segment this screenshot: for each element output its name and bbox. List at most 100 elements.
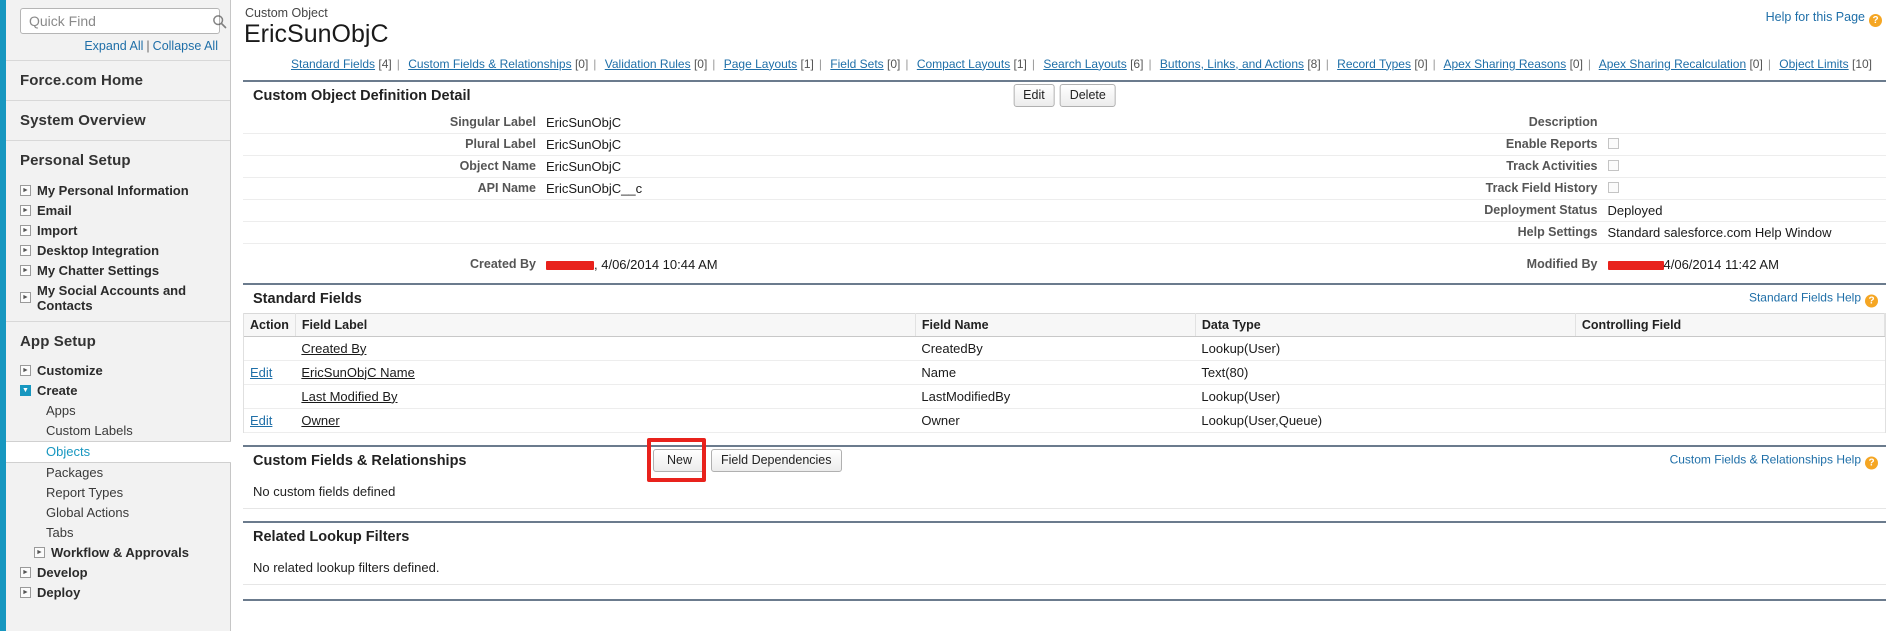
delete-button[interactable]: Delete <box>1059 84 1116 107</box>
sidebar-item-desktop-integration[interactable]: ► Desktop Integration <box>6 240 230 260</box>
field-label-object-name: Object Name <box>243 156 543 178</box>
jump-link-record-types[interactable]: Record Types <box>1337 57 1411 71</box>
field-label-link[interactable]: Last Modified By <box>301 389 397 404</box>
cell-data-type: Lookup(User,Queue) <box>1195 408 1576 433</box>
field-label-track-field-history: Track Field History <box>1304 178 1605 200</box>
chevron-right-icon[interactable]: ► <box>20 567 31 578</box>
field-value-deployment-status: Deployed <box>1604 200 1886 222</box>
custom-fields-actions: New Field Dependencies <box>653 449 842 472</box>
field-value-track-field-history <box>1604 178 1886 200</box>
jump-link-custom-fields-relationships[interactable]: Custom Fields & Relationships <box>408 57 571 71</box>
help-question-icon[interactable]: ? <box>1865 294 1878 307</box>
sidebar-item-report-types[interactable]: Report Types <box>6 483 230 503</box>
edit-row-link[interactable]: Edit <box>250 413 272 428</box>
chevron-right-icon[interactable]: ► <box>20 292 31 303</box>
sidebar-item-create[interactable]: ▼ Create <box>6 381 230 401</box>
field-label-link[interactable]: Created By <box>301 341 366 356</box>
cell-field-label: Last Modified By <box>295 384 916 409</box>
modified-by-timestamp: 4/06/2014 11:42 AM <box>1663 256 1779 272</box>
jump-link-validation-rules[interactable]: Validation Rules <box>605 57 691 71</box>
cell-field-label: Created By <box>295 336 916 361</box>
jump-count-standard-fields: [4] <box>378 56 392 71</box>
help-question-icon[interactable]: ? <box>1865 456 1878 469</box>
help-question-icon[interactable]: ? <box>1869 14 1882 27</box>
sidebar-item-forcecom-home[interactable]: Force.com Home <box>6 61 230 100</box>
chevron-right-icon[interactable]: ► <box>20 264 31 276</box>
related-lookup-filters-title: Related Lookup Filters <box>253 528 410 545</box>
standard-fields-help-link[interactable]: Standard Fields Help? <box>1749 290 1878 307</box>
custom-fields-header: Custom Fields & Relationships New Field … <box>243 437 1886 482</box>
jump-link-compact-layouts[interactable]: Compact Layouts <box>917 57 1010 71</box>
sidebar-item-my-chatter-settings[interactable]: ► My Chatter Settings <box>6 260 230 280</box>
sidebar-item-label: Customize <box>37 363 103 378</box>
cell-field-name: Name <box>915 360 1196 385</box>
sidebar-item-system-overview[interactable]: System Overview <box>6 101 230 140</box>
new-button[interactable]: New <box>653 449 707 472</box>
sidebar-item-deploy[interactable]: ► Deploy <box>6 583 230 603</box>
cell-field-label: EricSunObjC Name <box>295 360 916 385</box>
jump-link-standard-fields[interactable]: Standard Fields <box>291 57 375 71</box>
sidebar-item-apps[interactable]: Apps <box>6 401 230 421</box>
sidebar-item-workflow-and-approvals[interactable]: ► Workflow & Approvals <box>6 543 230 563</box>
field-value-created-by: , 4/06/2014 10:44 AM <box>543 244 1023 275</box>
collapse-all-link[interactable]: Collapse All <box>153 39 218 53</box>
cell-action: Edit <box>244 408 296 433</box>
edit-button[interactable]: Edit <box>1013 84 1055 107</box>
field-dependencies-button[interactable]: Field Dependencies <box>711 449 842 472</box>
custom-fields-help-link[interactable]: Custom Fields & Relationships Help? <box>1670 452 1878 469</box>
sidebar-section-personal-setup: Personal Setup ► My Personal Information… <box>6 140 230 321</box>
checkbox-track-field-history <box>1607 181 1619 193</box>
help-for-this-page-link[interactable]: Help for this Page? <box>1766 10 1882 27</box>
sidebar-item-develop[interactable]: ► Develop <box>6 563 230 583</box>
spacer-label <box>243 222 543 244</box>
column-header-field-name: Field Name <box>915 312 1196 337</box>
jump-count-apex-sharing-recalculation: [0] <box>1749 56 1763 71</box>
sidebar-item-email[interactable]: ► Email <box>6 200 230 220</box>
field-label-link[interactable]: EricSunObjC Name <box>301 365 414 380</box>
sidebar-item-objects[interactable]: Objects <box>6 440 231 463</box>
field-label-deployment-status: Deployment Status <box>1304 200 1605 222</box>
search-input[interactable] <box>27 12 212 30</box>
chevron-right-icon[interactable]: ► <box>20 587 31 598</box>
chevron-right-icon[interactable]: ► <box>20 244 31 256</box>
column-header-field-label: Field Label <box>295 312 916 337</box>
jump-link-apex-sharing-reasons[interactable]: Apex Sharing Reasons <box>1443 57 1566 71</box>
edit-row-link[interactable]: Edit <box>250 365 272 380</box>
chevron-right-icon[interactable]: ► <box>20 224 31 236</box>
chevron-right-icon[interactable]: ► <box>34 547 45 558</box>
sidebar-section-app-setup: App Setup ► Customize ▼ Create Apps Cust… <box>6 320 231 603</box>
cell-controlling-field <box>1575 384 1885 409</box>
jump-link-search-layouts[interactable]: Search Layouts <box>1043 57 1126 71</box>
jump-link-buttons-links-and-actions[interactable]: Buttons, Links, and Actions <box>1160 57 1304 71</box>
sidebar-item-label: Develop <box>37 565 88 580</box>
table-row: Edit EricSunObjC Name Name Text(80) <box>244 360 1885 385</box>
sidebar-item-tabs[interactable]: Tabs <box>6 523 230 543</box>
quick-find-box[interactable] <box>20 8 227 34</box>
jump-link-object-limits[interactable]: Object Limits <box>1779 57 1848 71</box>
chevron-right-icon[interactable]: ► <box>20 184 31 196</box>
table-row: Created By CreatedBy Lookup(User) <box>244 336 1885 361</box>
sidebar-item-import[interactable]: ► Import <box>6 220 230 240</box>
related-lookup-filters-header: Related Lookup Filters <box>243 520 1886 551</box>
sidebar-item-customize[interactable]: ► Customize <box>6 361 230 381</box>
field-label-link[interactable]: Owner <box>301 413 339 428</box>
jump-link-page-layouts[interactable]: Page Layouts <box>724 57 797 71</box>
definition-detail-header: Custom Object Definition Detail Edit Del… <box>243 79 1886 110</box>
jump-link-field-sets[interactable]: Field Sets <box>830 57 883 71</box>
chevron-right-icon[interactable]: ► <box>20 204 31 216</box>
spacer-cell <box>543 222 1023 244</box>
sidebar-item-global-actions[interactable]: Global Actions <box>6 503 230 523</box>
field-value-track-activities <box>1604 156 1886 178</box>
sidebar-item-label: Create <box>37 383 78 398</box>
sidebar-item-packages[interactable]: Packages <box>6 463 230 483</box>
chevron-down-icon[interactable]: ▼ <box>20 385 31 396</box>
expand-all-link[interactable]: Expand All <box>84 39 143 53</box>
jump-count-search-layouts: [6] <box>1130 56 1144 71</box>
cell-controlling-field <box>1575 336 1885 361</box>
chevron-right-icon[interactable]: ► <box>20 365 31 376</box>
sidebar-item-label: My Personal Information <box>37 182 189 198</box>
sidebar-item-my-social-accounts-and-contacts[interactable]: ► My Social Accounts and Contacts <box>6 280 230 321</box>
sidebar-item-custom-labels[interactable]: Custom Labels <box>6 421 230 441</box>
jump-link-apex-sharing-recalculation[interactable]: Apex Sharing Recalculation <box>1599 57 1746 71</box>
sidebar-item-my-personal-information[interactable]: ► My Personal Information <box>6 180 230 200</box>
